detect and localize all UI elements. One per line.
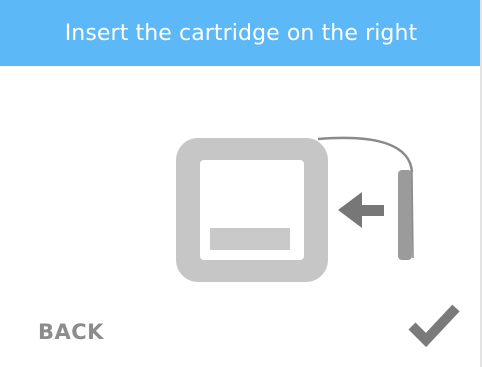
page-title: Insert the cartridge on the right	[64, 20, 418, 46]
cartridge-icon	[176, 138, 328, 282]
cable-line	[317, 136, 414, 173]
insert-cartridge-illustration	[176, 136, 414, 282]
back-button[interactable]: BACK	[38, 314, 104, 350]
checkmark-icon	[408, 304, 460, 348]
confirm-button[interactable]	[406, 296, 462, 350]
arrow-left-icon	[338, 192, 384, 228]
header-bar: Insert the cartridge on the right	[0, 0, 482, 66]
slot-icon	[398, 170, 414, 260]
screen: Insert the cartridge on the right BACK	[0, 0, 482, 367]
